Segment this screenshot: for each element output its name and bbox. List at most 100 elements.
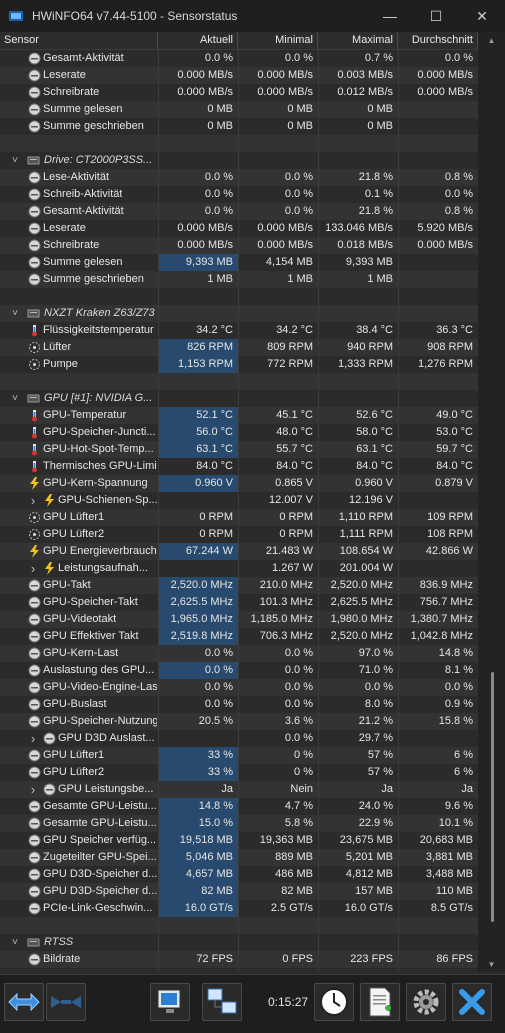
sensor-row[interactable]: GPU-Kern-Last 0.0 % 0.0 % 97.0 % 14.8 % — [0, 645, 478, 662]
sensor-row[interactable]: Lüfter 826 RPM 809 RPM 940 RPM 908 RPM — [0, 339, 478, 356]
exit-button[interactable] — [452, 983, 492, 1021]
value-average: 1,380.7 MHz — [410, 613, 473, 625]
sensor-row[interactable]: GPU Lüfter1 33 % 0 % 57 % 6 % — [0, 747, 478, 764]
sensor-label: GPU Lüfter1 — [43, 511, 105, 523]
collapse-chevron-icon[interactable]: ˅ — [10, 305, 20, 322]
scroll-down-arrow[interactable]: ▼ — [478, 958, 505, 972]
sensor-label: Bildrate — [43, 953, 81, 965]
collapse-columns-button[interactable] — [46, 983, 86, 1021]
column-divider — [398, 50, 399, 972]
sensor-row[interactable]: Pumpe 1,153 RPM 772 RPM 1,333 RPM 1,276 RPM — [0, 356, 478, 373]
sensor-row[interactable]: PCIe-Link-Geschwin... 16.0 GT/s 2.5 GT/s 16… — [0, 900, 478, 917]
fan-icon — [28, 528, 41, 541]
sensor-row[interactable]: GPU-Kern-Spannung 0.960 V 0.865 V 0.960 V 0.… — [0, 475, 478, 492]
sensor-row[interactable]: GPU-Videotakt 1,965.0 MHz 1,185.0 MHz 1,980… — [0, 611, 478, 628]
sensor-row[interactable]: GPU Lüfter1 0 RPM 0 RPM 1,110 RPM 109 RPM — [0, 509, 478, 526]
scroll-up-arrow[interactable]: ▲ — [478, 34, 505, 48]
sensor-label: Lüfter — [43, 341, 72, 353]
sensor-row[interactable]: GPU D3D-Speicher d... 82 MB 82 MB 157 MB 110… — [0, 883, 478, 900]
minimize-button[interactable]: — — [367, 0, 413, 32]
sensor-row[interactable]: GPU Lüfter2 0 RPM 0 RPM 1,111 RPM 108 RPM — [0, 526, 478, 543]
gauge-icon — [28, 851, 41, 864]
logging-button[interactable] — [360, 983, 400, 1021]
sensor-row[interactable]: GPU-Buslast 0.0 % 0.0 % 8.0 % 0.9 % — [0, 696, 478, 713]
value-minimum: 4.7 % — [284, 800, 313, 812]
value-maximum: 1,110 RPM — [338, 511, 393, 523]
sensor-row[interactable]: Schreibrate 0.000 MB/s 0.000 MB/s 0.018 MB/… — [0, 237, 478, 254]
sensor-row[interactable]: GPU Speicher verfüg... 19,518 MB 19,363 MB… — [0, 832, 478, 849]
sensor-row[interactable]: Summe geschrieben 0 MB 0 MB 0 MB — [0, 118, 478, 135]
sensor-row[interactable]: GPU Energieverbrauch 67.244 W 21.483 W 108.… — [0, 543, 478, 560]
sensor-row[interactable]: GPU Lüfter2 33 % 0 % 57 % 6 % — [0, 764, 478, 781]
sensor-row[interactable]: Auslastung des GPU... 0.0 % 0.0 % 71.0 % 8.1… — [0, 662, 478, 679]
sensor-subgroup-row[interactable]: › Leistungsaufnah... 1.267 W 201.004 W — [0, 560, 478, 577]
report-button[interactable] — [150, 983, 190, 1021]
sensor-row[interactable]: GPU-Speicher-Nutzung 20.5 % 3.6 % 21.2 % 15.… — [0, 713, 478, 730]
expand-chevron-icon[interactable]: › — [28, 492, 38, 509]
sensor-subgroup-row[interactable]: › GPU D3D Auslast... 0.0 % 29.7 % — [0, 730, 478, 747]
sensor-label: GPU Speicher verfüg... — [43, 834, 157, 846]
sensor-group-header[interactable]: ˅ NXZT Kraken Z63/Z73 — [0, 305, 478, 322]
sensor-row[interactable]: Schreibrate 0.000 MB/s 0.000 MB/s 0.012 MB/… — [0, 84, 478, 101]
sensor-row[interactable]: Summe gelesen 9,393 MB 4,154 MB 9,393 MB — [0, 254, 478, 271]
scrollbar-thumb[interactable] — [491, 672, 494, 922]
value-current: 0.0 % — [204, 171, 233, 183]
sensor-row[interactable]: Leserate 0.000 MB/s 0.000 MB/s 133.046 MB/s… — [0, 220, 478, 237]
sensor-row[interactable]: Leserate 0.000 MB/s 0.000 MB/s 0.003 MB/s 0.… — [0, 67, 478, 84]
sensor-row[interactable]: GPU D3D-Speicher d... 4,657 MB 486 MB 4,812… — [0, 866, 478, 883]
sensor-row[interactable]: GPU-Speicher-Juncti... 56.0 °C 48.0 °C 58.0… — [0, 424, 478, 441]
maximize-button[interactable]: ☐ — [413, 0, 459, 32]
value-minimum: 809 RPM — [267, 341, 313, 353]
column-header-sensor[interactable]: Sensor — [0, 32, 158, 49]
collapse-chevron-icon[interactable]: ˅ — [10, 390, 20, 407]
expand-chevron-icon[interactable]: › — [28, 730, 38, 747]
value-maximum: 57 % — [367, 766, 393, 778]
sensor-row[interactable]: Summe geschrieben 1 MB 1 MB 1 MB — [0, 271, 478, 288]
sensor-label: GPU-Buslast — [43, 698, 107, 710]
sensor-subgroup-row[interactable]: › GPU-Schienen-Sp... 12.007 V 12.196 V — [0, 492, 478, 509]
elapsed-timer: 0:15:27 — [268, 995, 309, 1009]
expand-chevron-icon[interactable]: › — [28, 781, 38, 798]
sensor-group-header[interactable]: ˅ Drive: CT2000P3SS... — [0, 152, 478, 169]
sensor-row[interactable]: Bildrate 72 FPS 0 FPS 223 FPS 86 FPS — [0, 951, 478, 968]
column-header-current[interactable]: Aktuell — [158, 32, 238, 49]
clock-reset-button[interactable] — [314, 983, 354, 1021]
sensor-row[interactable]: Zugeteilter GPU-Spei... 5,046 MB 889 MB 5,2… — [0, 849, 478, 866]
close-window-button[interactable]: ✕ — [459, 0, 505, 32]
sensor-label: GPU-Videotakt — [43, 613, 117, 625]
sensor-row[interactable]: Gesamte GPU-Leistu... 14.8 % 4.7 % 24.0 % 9.… — [0, 798, 478, 815]
value-maximum: 29.7 % — [358, 732, 393, 744]
sensor-row[interactable]: GPU-Temperatur 52.1 °C 45.1 °C 52.6 °C 49.0 … — [0, 407, 478, 424]
sensor-label: GPU-Temperatur — [43, 409, 127, 421]
expand-columns-button[interactable] — [4, 983, 44, 1021]
sensor-row[interactable]: Summe gelesen 0 MB 0 MB 0 MB — [0, 101, 478, 118]
collapse-chevron-icon[interactable]: ˅ — [10, 934, 20, 951]
sensor-row[interactable]: GPU-Video-Engine-Last 0.0 % 0.0 % 0.0 % 0.0 … — [0, 679, 478, 696]
expand-chevron-icon[interactable]: › — [28, 560, 38, 577]
sensor-row[interactable]: Flüssigkeitstemperatur 34.2 °C 34.2 °C 38.4… — [0, 322, 478, 339]
settings-button[interactable] — [406, 983, 446, 1021]
sensor-group-header[interactable]: ˅ RTSS — [0, 934, 478, 951]
value-average: 0.9 % — [444, 698, 473, 710]
sensor-row[interactable]: GPU Effektiver Takt 2,519.8 MHz 706.3 MHz 2… — [0, 628, 478, 645]
sensor-row[interactable]: GPU-Hot-Spot-Temp... 63.1 °C 55.7 °C 63.1 °… — [0, 441, 478, 458]
sensor-row[interactable]: GPU-Takt 2,520.0 MHz 210.0 MHz 2,520.0 MHz 8… — [0, 577, 478, 594]
sensor-row[interactable]: Gesamte GPU-Leistu... 15.0 % 5.8 % 22.9 % 10… — [0, 815, 478, 832]
value-maximum: 0 MB — [367, 120, 393, 132]
value-minimum: 0 MB — [287, 103, 313, 115]
collapse-chevron-icon[interactable]: ˅ — [10, 152, 20, 169]
sensor-row[interactable]: Gesamt-Aktivität 0.0 % 0.0 % 21.8 % 0.8 % — [0, 203, 478, 220]
sensor-row[interactable]: Lese-Aktivität 0.0 % 0.0 % 21.8 % 0.8 % — [0, 169, 478, 186]
column-header-minimum[interactable]: Minimal — [238, 32, 318, 49]
sensor-row[interactable]: Gesamt-Aktivität 0.0 % 0.0 % 0.7 % 0.0 % — [0, 50, 478, 67]
sensor-group-header[interactable]: ˅ GPU [#1]: NVIDIA G... — [0, 390, 478, 407]
network-button[interactable] — [202, 983, 242, 1021]
sensor-subgroup-row[interactable]: › GPU Leistungsbe... Ja Nein Ja Ja — [0, 781, 478, 798]
column-header-maximum[interactable]: Maximal — [318, 32, 398, 49]
column-header-average[interactable]: Durchschnitt — [398, 32, 478, 49]
sensor-row[interactable]: GPU-Speicher-Takt 2,625.5 MHz 101.3 MHz 2,6… — [0, 594, 478, 611]
value-current: 0.960 V — [158, 475, 238, 492]
sensor-row[interactable]: Schreib-Aktivität 0.0 % 0.0 % 0.1 % 0.0 % — [0, 186, 478, 203]
sensor-row[interactable]: Thermisches GPU-Limit 84.0 °C 84.0 °C 84.0 … — [0, 458, 478, 475]
value-maximum: 23,675 MB — [339, 834, 393, 846]
